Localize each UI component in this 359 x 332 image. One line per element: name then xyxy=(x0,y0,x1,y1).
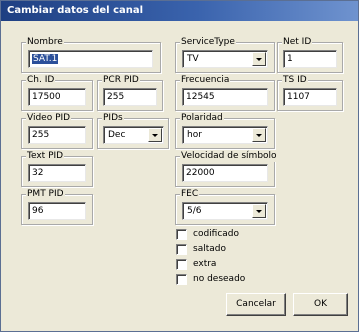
pmt-pid-value: 96 xyxy=(32,206,44,216)
fec-group: FEC 5/6 xyxy=(175,189,275,225)
pids-value: Dec xyxy=(108,130,126,140)
frecuencia-value: 12545 xyxy=(186,92,215,102)
extra-checkbox[interactable] xyxy=(176,259,187,270)
fec-dropdown-icon[interactable] xyxy=(252,204,266,218)
pcr-pid-value: 255 xyxy=(107,92,125,102)
nombre-value: SAT.1 xyxy=(32,54,59,64)
codificado-label: codificado xyxy=(193,229,240,239)
channel-edit-dialog: Cambiar datos del canal Nombre SAT.1 Ser… xyxy=(0,0,359,332)
dialog-body: Nombre SAT.1 ServiceType TV Net ID 1 Ch.… xyxy=(5,22,354,327)
no-deseado-checkbox[interactable] xyxy=(176,274,187,285)
ts-id-field[interactable]: 1107 xyxy=(283,88,337,106)
velocidad-group: Velocidad de símbolo 22000 xyxy=(175,151,278,187)
video-pid-field[interactable]: 255 xyxy=(28,126,86,144)
ok-button[interactable]: OK xyxy=(293,293,348,316)
nombre-field[interactable]: SAT.1 xyxy=(28,50,153,68)
velocidad-field[interactable]: 22000 xyxy=(182,164,268,182)
service-type-dropdown-icon[interactable] xyxy=(252,52,266,66)
fec-value: 5/6 xyxy=(187,206,202,216)
cancel-button[interactable]: Cancelar xyxy=(226,293,286,316)
window-title: Cambiar datos del canal xyxy=(1,1,358,21)
net-id-value: 1 xyxy=(287,54,293,64)
no-deseado-label: no deseado xyxy=(193,274,246,284)
pmt-pid-field[interactable]: 96 xyxy=(28,202,86,220)
frecuencia-group: Frecuencia 12545 xyxy=(175,75,275,111)
velocidad-label: Velocidad de símbolo xyxy=(180,151,278,162)
frecuencia-field[interactable]: 12545 xyxy=(182,88,268,106)
text-pid-field[interactable]: 32 xyxy=(28,164,86,182)
service-type-select[interactable]: TV xyxy=(182,50,268,68)
pids-dropdown-icon[interactable] xyxy=(148,128,162,142)
codificado-checkbox[interactable] xyxy=(176,229,187,240)
no-deseado-option[interactable]: no deseado xyxy=(176,274,276,286)
ch-id-value: 17500 xyxy=(32,92,61,102)
frecuencia-label: Frecuencia xyxy=(180,75,231,86)
text-pid-label: Text PID xyxy=(26,151,65,162)
extra-label: extra xyxy=(193,259,217,269)
ts-id-value: 1107 xyxy=(287,92,310,102)
polaridad-select[interactable]: hor xyxy=(182,126,268,144)
polaridad-group: Polaridad hor xyxy=(175,113,275,149)
pmt-pid-label: PMT PID xyxy=(26,189,65,200)
net-id-label: Net ID xyxy=(282,37,313,48)
nombre-group: Nombre SAT.1 xyxy=(21,37,161,73)
pcr-pid-group: PCR PID 255 xyxy=(97,75,163,111)
pmt-pid-group: PMT PID 96 xyxy=(21,189,93,225)
ch-id-group: Ch. ID 17500 xyxy=(21,75,93,111)
codificado-option[interactable]: codificado xyxy=(176,229,276,241)
net-id-field[interactable]: 1 xyxy=(283,50,337,68)
ts-id-label: TS ID xyxy=(282,75,308,86)
service-type-value: TV xyxy=(187,54,199,64)
velocidad-value: 22000 xyxy=(186,168,215,178)
text-pid-group: Text PID 32 xyxy=(21,151,93,187)
fec-select[interactable]: 5/6 xyxy=(182,202,268,220)
extra-option[interactable]: extra xyxy=(176,259,276,271)
video-pid-value: 255 xyxy=(32,130,50,140)
fec-label: FEC xyxy=(180,189,200,200)
pids-select[interactable]: Dec xyxy=(103,126,164,144)
ts-id-group: TS ID 1107 xyxy=(277,75,343,111)
pcr-pid-field[interactable]: 255 xyxy=(103,88,157,106)
nombre-label: Nombre xyxy=(26,37,64,48)
ch-id-field[interactable]: 17500 xyxy=(28,88,86,106)
video-pid-label: Video PID xyxy=(26,113,72,124)
net-id-group: Net ID 1 xyxy=(277,37,343,73)
pcr-pid-label: PCR PID xyxy=(102,75,140,86)
service-type-group: ServiceType TV xyxy=(175,37,275,73)
text-pid-value: 32 xyxy=(32,168,44,178)
polaridad-label: Polaridad xyxy=(180,113,224,124)
saltado-checkbox[interactable] xyxy=(176,244,187,255)
pids-group: PIDs Dec xyxy=(97,113,169,149)
pids-label: PIDs xyxy=(102,113,124,124)
polaridad-dropdown-icon[interactable] xyxy=(252,128,266,142)
saltado-label: saltado xyxy=(193,244,226,254)
saltado-option[interactable]: saltado xyxy=(176,244,276,256)
video-pid-group: Video PID 255 xyxy=(21,113,93,149)
ch-id-label: Ch. ID xyxy=(26,75,56,86)
polaridad-value: hor xyxy=(187,130,202,140)
service-type-label: ServiceType xyxy=(180,37,236,48)
